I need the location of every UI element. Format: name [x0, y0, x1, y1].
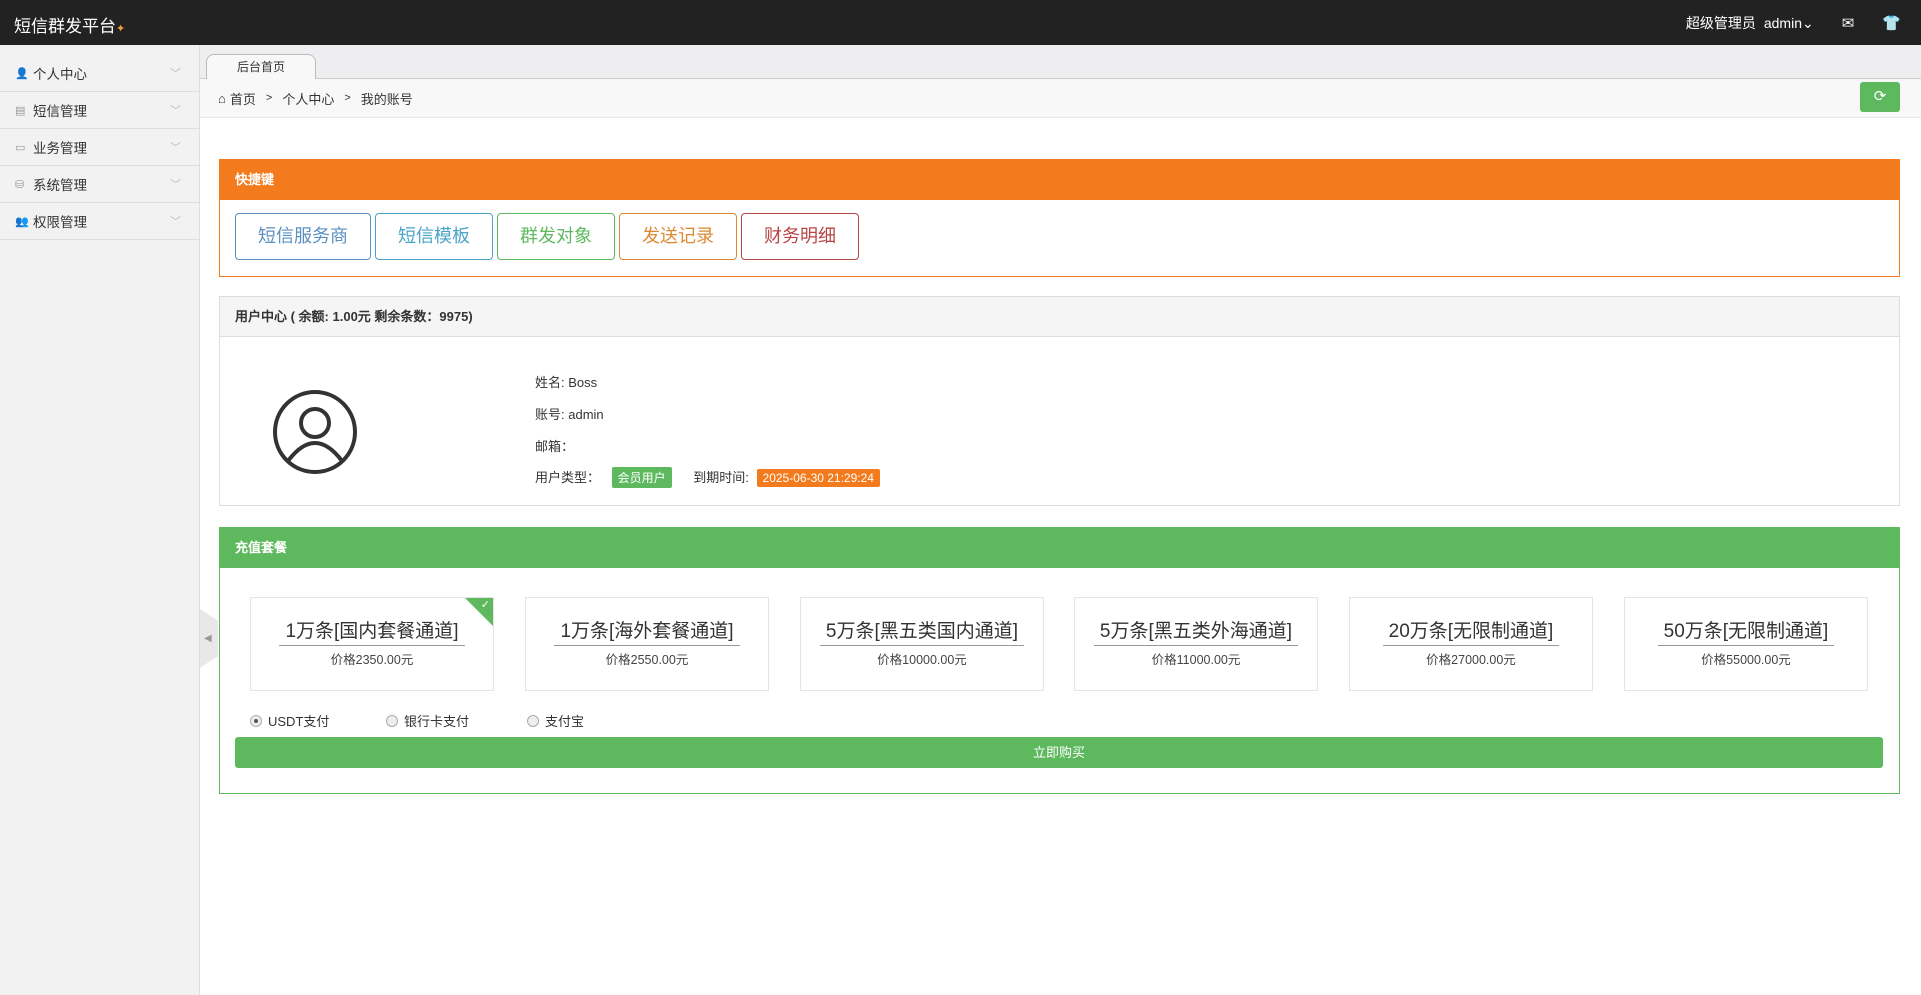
account-label: 账号: — [535, 407, 565, 422]
chevron-down-icon: ﹀ — [170, 102, 181, 118]
type-row: 用户类型： 会员用户 到期时间: 2025-06-30 21:29:24 — [535, 467, 880, 488]
home-icon: ⌂ — [218, 91, 226, 106]
package-price: 价格55000.00元 — [1625, 649, 1867, 668]
user-icon: 👤 — [15, 67, 29, 80]
package-price: 价格10000.00元 — [801, 649, 1043, 668]
package-name: 5万条[黑五类外海通道] — [1094, 616, 1298, 646]
package-card[interactable]: 20万条[无限制通道] 价格27000.00元 — [1349, 597, 1593, 691]
user-role: 超级管理员 — [1686, 13, 1756, 33]
tab-bar: 后台首页 — [200, 45, 1921, 79]
shirt-icon[interactable]: 👕 — [1882, 14, 1901, 32]
package-price: 价格2350.00元 — [251, 649, 493, 668]
package-price: 价格11000.00元 — [1075, 649, 1317, 668]
package-card[interactable]: 5万条[黑五类外海通道] 价格11000.00元 — [1074, 597, 1318, 691]
sidebar-item-label: 系统管理 — [33, 174, 87, 194]
sidebar-item-label: 业务管理 — [33, 137, 87, 157]
recharge-panel-title: 充值套餐 — [220, 528, 1899, 568]
quick-panel-title: 快捷键 — [220, 160, 1899, 200]
package-card[interactable]: 50万条[无限制通道] 价格55000.00元 — [1624, 597, 1868, 691]
name-value: Boss — [568, 375, 597, 390]
package-card[interactable]: 1万条[海外套餐通道] 价格2550.00元 — [525, 597, 769, 691]
expire-label: 到期时间: — [693, 470, 749, 485]
expire-badge: 2025-06-30 21:29:24 — [757, 469, 880, 487]
package-name: 20万条[无限制通道] — [1383, 616, 1560, 646]
email-label: 邮箱： — [535, 439, 574, 454]
book-icon: ▤ — [15, 104, 29, 117]
breadcrumb: ⌂ 首页 > 个人中心 > 我的账号 ⟳ — [200, 79, 1921, 118]
quick-sms-template-button[interactable]: 短信模板 — [375, 213, 493, 260]
quick-send-records-button[interactable]: 发送记录 — [619, 213, 737, 260]
recharge-panel: 充值套餐 1万条[国内套餐通道] 价格2350.00元 ✓ 1万条[海外套餐通道] 价… — [219, 527, 1900, 794]
account-value: admin — [568, 407, 603, 422]
sidebar-item-label: 个人中心 — [33, 63, 87, 83]
chevron-left-icon: ◀ — [204, 633, 212, 644]
chevron-down-icon: ﹀ — [170, 65, 181, 81]
chevron-down-icon: ﹀ — [170, 176, 181, 192]
payment-label: USDT支付 — [268, 711, 329, 730]
user-panel: 用户中心 ( 余额: 1.00元 剩余条数：9975) 姓名: Boss 账号:… — [219, 296, 1900, 506]
breadcrumb-personal[interactable]: 个人中心 — [282, 89, 334, 108]
radio-dot — [386, 715, 398, 727]
email-row: 邮箱： — [535, 436, 574, 455]
sidebar-item-personal[interactable]: 👤 个人中心 ﹀ — [0, 55, 199, 92]
account-row: 账号: admin — [535, 404, 604, 423]
tab-dashboard[interactable]: 后台首页 — [206, 54, 316, 80]
member-badge: 会员用户 — [612, 467, 672, 488]
package-name: 1万条[国内套餐通道] — [279, 616, 464, 646]
package-price: 价格2550.00元 — [526, 649, 768, 668]
payment-label: 银行卡支付 — [404, 711, 469, 730]
buy-now-button[interactable]: 立即购买 — [235, 737, 1883, 768]
sidebar-item-permissions[interactable]: 👥 权限管理 ﹀ — [0, 203, 199, 240]
breadcrumb-home[interactable]: 首页 — [230, 89, 256, 108]
payment-alipay-radio[interactable]: 支付宝 — [527, 711, 584, 730]
quick-recipients-button[interactable]: 群发对象 — [497, 213, 615, 260]
payment-usdt-radio[interactable]: USDT支付 — [250, 711, 329, 730]
payment-bank-radio[interactable]: 银行卡支付 — [386, 711, 469, 730]
sidebar-item-business[interactable]: ▭ 业务管理 ﹀ — [0, 129, 199, 166]
username: admin — [1764, 15, 1802, 31]
breadcrumb-separator: > — [344, 92, 350, 104]
chevron-down-icon: ﹀ — [170, 139, 181, 155]
quick-finance-button[interactable]: 财务明细 — [741, 213, 859, 260]
user-panel-title: 用户中心 ( 余额: 1.00元 剩余条数：9975) — [220, 297, 1899, 337]
chevron-down-icon: ﹀ — [170, 213, 181, 229]
type-label: 用户类型： — [535, 470, 600, 485]
app-logo[interactable]: 短信群发平台✦ — [14, 12, 125, 37]
package-price: 价格27000.00元 — [1350, 649, 1592, 668]
sidebar-collapse-handle[interactable]: ◀ — [200, 609, 218, 668]
radio-dot — [250, 715, 262, 727]
sidebar-item-sms[interactable]: ▤ 短信管理 ﹀ — [0, 92, 199, 129]
check-icon: ✓ — [481, 598, 490, 611]
breadcrumb-current: 我的账号 — [361, 89, 413, 108]
package-card[interactable]: 1万条[国内套餐通道] 价格2350.00元 ✓ — [250, 597, 494, 691]
chevron-down-icon: ⌄ — [1802, 15, 1814, 31]
sidebar-item-label: 短信管理 — [33, 100, 87, 120]
breadcrumb-separator: > — [266, 92, 272, 104]
payment-label: 支付宝 — [545, 711, 584, 730]
top-bar: 短信群发平台✦ 超级管理员 admin⌄ ✉ 👕 — [0, 0, 1921, 45]
database-icon: ⛁ — [15, 178, 29, 191]
quick-panel: 快捷键 短信服务商 短信模板 群发对象 发送记录 财务明细 — [219, 159, 1900, 277]
refresh-icon: ⟳ — [1874, 88, 1887, 105]
package-name: 5万条[黑五类国内通道] — [820, 616, 1024, 646]
spark-icon: ✦ — [116, 23, 125, 35]
sidebar: 👤 个人中心 ﹀ ▤ 短信管理 ﹀ ▭ 业务管理 ﹀ ⛁ 系统管理 ﹀ 👥 权限管理 ﹀ — [0, 45, 200, 995]
avatar-icon — [272, 389, 358, 475]
app-title: 短信群发平台 — [14, 17, 116, 36]
mail-icon[interactable]: ✉ — [1842, 14, 1855, 32]
quick-sms-provider-button[interactable]: 短信服务商 — [235, 213, 371, 260]
refresh-button[interactable]: ⟳ — [1860, 82, 1900, 112]
radio-dot — [527, 715, 539, 727]
name-label: 姓名: — [535, 375, 565, 390]
user-menu[interactable]: admin⌄ — [1764, 15, 1814, 32]
package-name: 50万条[无限制通道] — [1658, 616, 1835, 646]
package-name: 1万条[海外套餐通道] — [554, 616, 739, 646]
sidebar-item-label: 权限管理 — [33, 211, 87, 231]
users-icon: 👥 — [15, 215, 29, 228]
card-icon: ▭ — [15, 141, 29, 154]
sidebar-item-system[interactable]: ⛁ 系统管理 ﹀ — [0, 166, 199, 203]
package-card[interactable]: 5万条[黑五类国内通道] 价格10000.00元 — [800, 597, 1044, 691]
name-row: 姓名: Boss — [535, 372, 597, 391]
